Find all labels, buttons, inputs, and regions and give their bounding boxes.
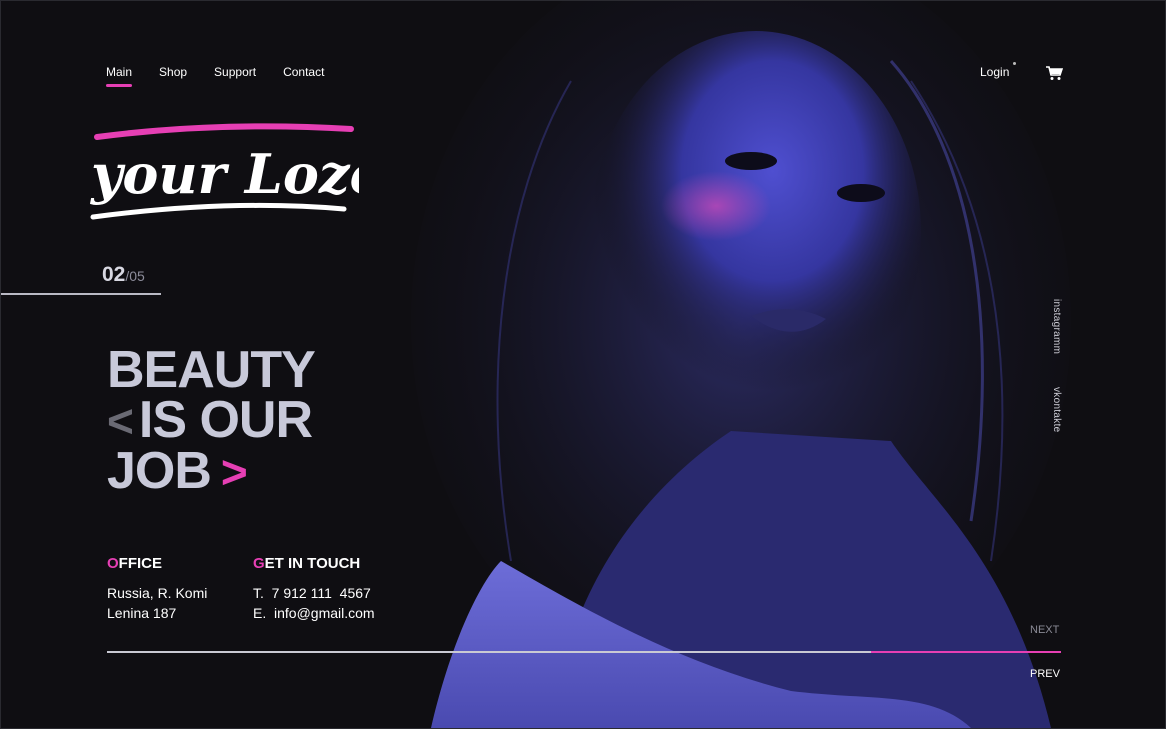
logo-text: your Lozo [90, 142, 359, 206]
main-nav: Main Shop Support Contact [106, 65, 351, 87]
chevron-right-icon: > [220, 446, 248, 498]
slide-total: /05 [125, 268, 145, 284]
next-slide-button[interactable]: NEXT [1030, 624, 1059, 636]
headline-line-1: BEAUTY [107, 341, 316, 399]
chevron-left-icon: < [107, 395, 134, 447]
slider-progress [871, 651, 1061, 653]
nav-item-support[interactable]: Support [214, 65, 256, 79]
nav-item-shop[interactable]: Shop [159, 65, 187, 79]
login-link[interactable]: Login [980, 65, 1009, 79]
contact-details: T. 7 912 111 4567 E. info@gmail.com [253, 585, 375, 621]
prev-slide-button[interactable]: PREV [1030, 668, 1060, 680]
social-link-instagram[interactable]: instagramm [1051, 299, 1062, 354]
nav-item-main[interactable]: Main [106, 65, 133, 87]
cart-icon[interactable] [1045, 65, 1063, 81]
landing-page: Main Shop Support Contact Login your Loz… [0, 0, 1166, 729]
headline-line-2: < IS OUR [107, 391, 313, 449]
office-title: OFFICE [107, 555, 163, 572]
login-indicator-dot [1013, 62, 1016, 65]
contact-title: GET IN TOUCH [253, 555, 361, 572]
slide-current: 02 [102, 263, 126, 286]
headline-line-3: JOB > [107, 442, 248, 500]
social-link-vkontakte[interactable]: vkontakte [1051, 387, 1062, 433]
slide-counter: 02/05 [102, 263, 145, 287]
office-address: Russia, R. Komi Lenina 187 [107, 585, 208, 621]
nav-item-contact[interactable]: Contact [283, 65, 324, 79]
hero-headline: BEAUTY < IS OUR JOB > [107, 341, 316, 500]
brand-logo[interactable]: your Lozo [89, 113, 359, 231]
hero-portrait-image [411, 1, 1071, 728]
counter-underline [1, 293, 161, 295]
